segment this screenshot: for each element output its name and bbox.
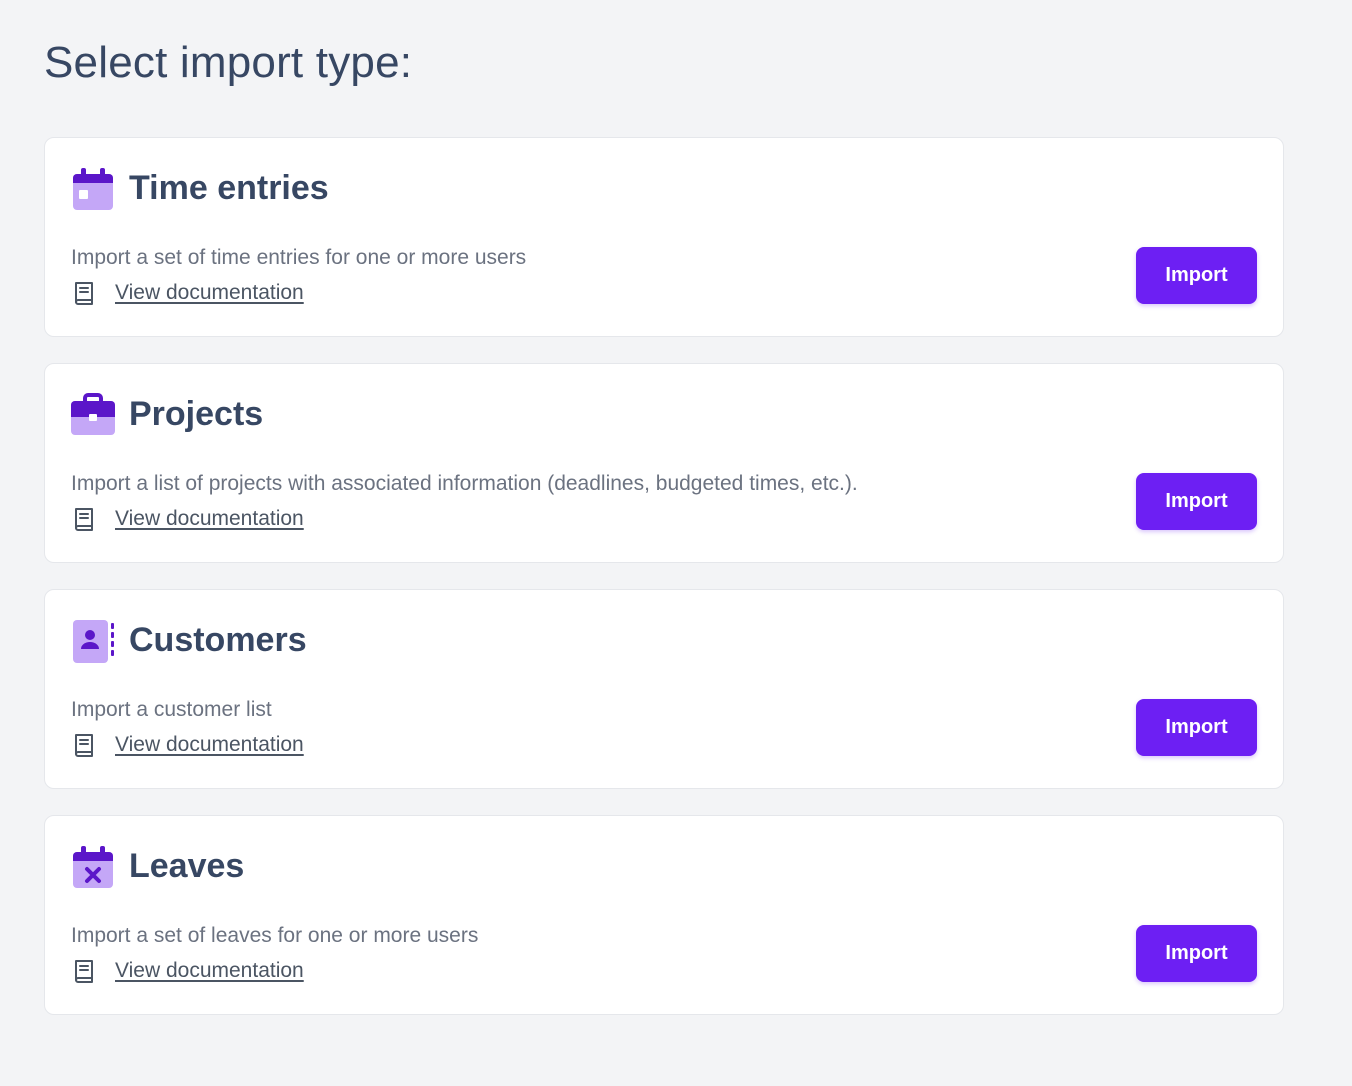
import-button[interactable]: Import (1136, 925, 1257, 982)
calendar-icon (70, 166, 116, 212)
view-documentation-link[interactable]: View documentation (71, 280, 304, 306)
import-card-leaves: Leaves Import a set of leaves for one or… (44, 815, 1284, 1015)
calendar-x-icon (70, 844, 116, 890)
import-button[interactable]: Import (1136, 247, 1257, 304)
view-documentation-label: View documentation (115, 281, 304, 304)
card-title: Customers (129, 621, 307, 659)
contact-book-icon (70, 618, 116, 664)
card-title: Projects (129, 395, 264, 433)
card-description: Import a customer list (71, 698, 272, 721)
import-button[interactable]: Import (1136, 699, 1257, 756)
view-documentation-label: View documentation (115, 733, 304, 756)
view-documentation-link[interactable]: View documentation (71, 732, 304, 758)
import-button[interactable]: Import (1136, 473, 1257, 530)
briefcase-icon (70, 392, 116, 438)
import-card-projects: Projects Import a list of projects with … (44, 363, 1284, 563)
page-title: Select import type: (44, 38, 413, 87)
card-title: Leaves (129, 847, 245, 885)
view-documentation-label: View documentation (115, 507, 304, 530)
card-title: Time entries (129, 169, 329, 207)
import-type-list: Time entries Import a set of time entrie… (44, 137, 1284, 1041)
import-card-customers: Customers Import a customer list View do… (44, 589, 1284, 789)
view-documentation-label: View documentation (115, 959, 304, 982)
card-description: Import a list of projects with associate… (71, 472, 858, 495)
card-description: Import a set of time entries for one or … (71, 246, 527, 269)
book-icon (71, 506, 97, 532)
book-icon (71, 280, 97, 306)
book-icon (71, 958, 97, 984)
import-card-time-entries: Time entries Import a set of time entrie… (44, 137, 1284, 337)
view-documentation-link[interactable]: View documentation (71, 506, 304, 532)
card-description: Import a set of leaves for one or more u… (71, 924, 479, 947)
view-documentation-link[interactable]: View documentation (71, 958, 304, 984)
book-icon (71, 732, 97, 758)
